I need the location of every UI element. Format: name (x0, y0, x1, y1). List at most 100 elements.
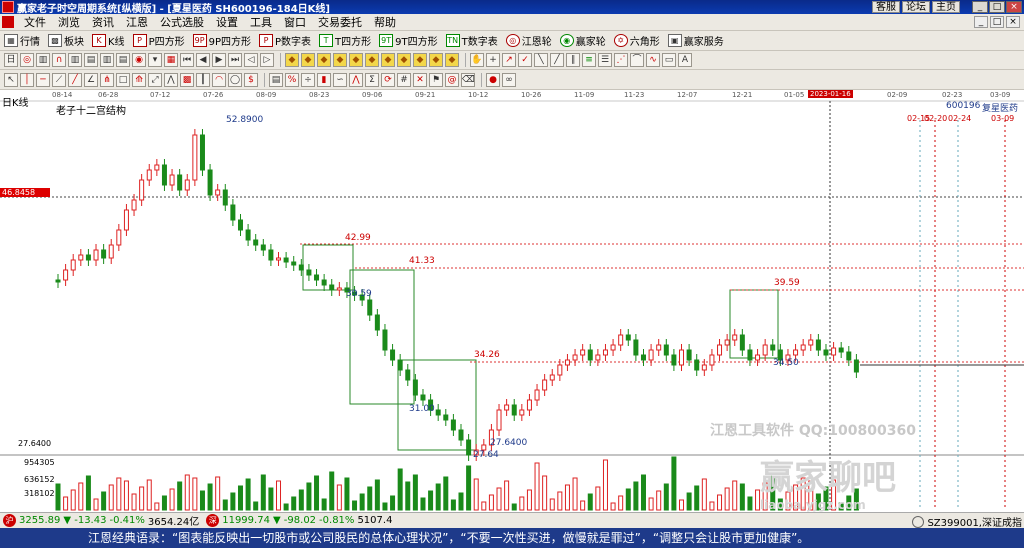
menu-browse[interactable]: 浏览 (52, 14, 86, 30)
parallel-tool-icon[interactable]: ∥ (566, 53, 580, 67)
play-prev-icon[interactable]: ◀ (196, 53, 210, 67)
play-first-icon[interactable]: ⏮ (180, 53, 194, 67)
mark-tool-icon[interactable]: ✕ (413, 72, 427, 87)
flag-tool-icon[interactable]: ⚑ (429, 72, 443, 87)
channel-tool-icon[interactable]: ≡ (582, 53, 596, 67)
price-tool-icon[interactable]: $ (244, 72, 258, 87)
bar-tool-3-icon[interactable]: ▤ (84, 53, 98, 67)
maximize-button[interactable]: □ (989, 1, 1005, 13)
layout-icon[interactable]: 日 (4, 53, 18, 67)
percent-tool-icon[interactable]: % (285, 72, 299, 87)
menu-formula[interactable]: 公式选股 (154, 14, 210, 30)
diamond-2-icon[interactable]: ◆ (301, 53, 315, 67)
arc-tool-2-icon[interactable]: ◠ (212, 72, 226, 87)
segment-tool-icon[interactable]: ╱ (68, 72, 82, 87)
index-selector[interactable]: SZ399001,深证成指 (912, 514, 1022, 529)
crosshair-icon[interactable]: + (486, 53, 500, 67)
diamond-9-icon[interactable]: ◆ (413, 53, 427, 67)
bar-tool-5-icon[interactable]: ▤ (116, 53, 130, 67)
forward-icon[interactable]: ▷ (260, 53, 274, 67)
minimize-button[interactable]: _ (972, 1, 988, 13)
dropdown-icon[interactable]: ▾ (148, 53, 162, 67)
kline-chart-area[interactable]: 08-14 06-28 07-12 07-26 08-09 08-23 09-0… (0, 90, 1024, 512)
diamond-1-icon[interactable]: ◆ (285, 53, 299, 67)
menu-gann[interactable]: 江恩 (120, 14, 154, 30)
gann-box-icon[interactable]: ▩ (180, 72, 194, 87)
infinity-icon[interactable]: ∞ (502, 72, 516, 87)
t-square-button[interactable]: T T四方形 (319, 33, 371, 48)
spiral-tool-icon[interactable]: @ (445, 72, 459, 87)
cycle-tool-icon[interactable]: ⌒ (630, 53, 644, 67)
mdi-restore-button[interactable]: □ (990, 16, 1004, 28)
customer-service-link[interactable]: 客服 (872, 1, 900, 13)
circle-tool-icon[interactable]: ◎ (20, 53, 34, 67)
wave-tool-icon[interactable]: ∿ (646, 53, 660, 67)
sectors-button[interactable]: ▩ 板块 (48, 33, 84, 48)
t-numtable-button[interactable]: TN T数字表 (445, 33, 498, 48)
p-numtable-button[interactable]: P P数字表 (259, 33, 311, 48)
gann-fan-icon[interactable]: ⋰ (614, 53, 628, 67)
diamond-11-icon[interactable]: ◆ (445, 53, 459, 67)
homepage-link[interactable]: 主页 (932, 1, 960, 13)
ray-tool-icon[interactable]: ⟋ (52, 72, 66, 87)
diamond-10-icon[interactable]: ◆ (429, 53, 443, 67)
kline-button[interactable]: K K线 (92, 33, 125, 48)
zigzag-tool-icon[interactable]: ⋀ (349, 72, 363, 87)
diamond-8-icon[interactable]: ◆ (397, 53, 411, 67)
diamond-5-icon[interactable]: ◆ (349, 53, 363, 67)
menu-help[interactable]: 帮助 (368, 14, 402, 30)
fork-tool-icon[interactable]: ⋔ (100, 72, 114, 87)
close-button[interactable]: × (1006, 1, 1022, 13)
gann-wheel-button[interactable]: ◎ 江恩轮 (505, 33, 552, 48)
fib-tool-icon[interactable]: ☰ (598, 53, 612, 67)
diamond-3-icon[interactable]: ◆ (317, 53, 331, 67)
menu-tools[interactable]: 工具 (244, 14, 278, 30)
menu-window[interactable]: 窗口 (278, 14, 312, 30)
shenzhen-index[interactable]: 深 11999.74 ▼ -98.02 -0.81% 5107.4 (203, 514, 392, 527)
diamond-4-icon[interactable]: ◆ (333, 53, 347, 67)
arc-tool-icon[interactable]: ∩ (52, 53, 66, 67)
shanghai-index[interactable]: 沪 3255.89 ▼ -13.43 -0.41% 3654.24亿 (0, 513, 199, 528)
wave-tool-2-icon[interactable]: ∽ (333, 72, 347, 87)
ratio-tool-icon[interactable]: ÷ (301, 72, 315, 87)
quotes-button[interactable]: ▦ 行情 (4, 33, 40, 48)
forum-link[interactable]: 论坛 (902, 1, 930, 13)
bar-tool-2-icon[interactable]: ▥ (68, 53, 82, 67)
menu-trade[interactable]: 交易委托 (312, 14, 368, 30)
angle-tool-icon[interactable]: ∠ (84, 72, 98, 87)
square-tool-icon[interactable]: □ (116, 72, 130, 87)
target-icon[interactable]: ◉ (132, 53, 146, 67)
check-tool-icon[interactable]: ✓ (518, 53, 532, 67)
play-last-icon[interactable]: ⏭ (228, 53, 242, 67)
table-tool-icon[interactable]: ▤ (269, 72, 283, 87)
cursor-icon[interactable]: ↖ (4, 72, 18, 87)
play-next-icon[interactable]: ▶ (212, 53, 226, 67)
text-tool-icon[interactable]: A (678, 53, 692, 67)
back-icon[interactable]: ◁ (244, 53, 258, 67)
mdi-close-button[interactable]: × (1006, 16, 1020, 28)
bar-tool-4-icon[interactable]: ▥ (100, 53, 114, 67)
trend-tool-icon[interactable]: ⤢ (148, 72, 162, 87)
line-tool-icon[interactable]: ▦ (164, 53, 178, 67)
9t-square-button[interactable]: 9T 9T四方形 (379, 33, 438, 48)
9p-square-button[interactable]: 9P 9P四方形 (192, 33, 251, 48)
hand-tool-icon[interactable]: ✋ (470, 53, 484, 67)
winner-service-button[interactable]: ▣ 赢家服务 (667, 33, 724, 48)
vline-tool-icon[interactable]: │ (20, 72, 34, 87)
ellipse-tool-icon[interactable]: ◯ (228, 72, 242, 87)
speed-tool-icon[interactable]: ⟰ (132, 72, 146, 87)
stat-tool-icon[interactable]: Σ (365, 72, 379, 87)
eraser-tool-icon[interactable]: ⌫ (461, 72, 475, 87)
line-tool-2-icon[interactable]: ╲ (534, 53, 548, 67)
menu-file[interactable]: 文件 (18, 14, 52, 30)
hline-tool-icon[interactable]: ─ (36, 72, 50, 87)
bar-tool-icon[interactable]: ▥ (36, 53, 50, 67)
color-picker-icon[interactable]: ● (486, 72, 500, 87)
menu-settings[interactable]: 设置 (210, 14, 244, 30)
kline-chart[interactable] (0, 90, 1024, 512)
menu-news[interactable]: 资讯 (86, 14, 120, 30)
cycle-tool-2-icon[interactable]: ⟳ (381, 72, 395, 87)
line-tool-3-icon[interactable]: ╱ (550, 53, 564, 67)
pitch-tool-icon[interactable]: ⋀ (164, 72, 178, 87)
hexagon-button[interactable]: ✡ 六角形 (613, 33, 660, 48)
